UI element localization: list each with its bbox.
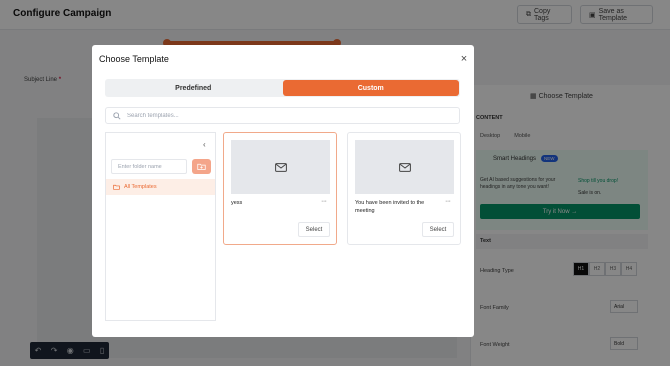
folder-item-all-templates[interactable]: All Templates xyxy=(106,179,215,195)
modal-title: Choose Template xyxy=(99,54,169,64)
template-name: You have been invited to the meeting xyxy=(355,200,425,214)
close-icon[interactable]: × xyxy=(458,53,470,65)
chevron-left-icon[interactable]: ‹ xyxy=(203,140,206,149)
search-input[interactable] xyxy=(127,112,427,119)
mail-icon xyxy=(398,162,411,172)
more-icon[interactable]: ··· xyxy=(445,198,451,205)
select-template-button[interactable]: Select xyxy=(298,222,330,237)
folder-sidebar: ‹ All Templates xyxy=(105,132,216,321)
folder-icon xyxy=(113,184,120,190)
template-thumbnail xyxy=(231,140,330,194)
more-icon[interactable]: ··· xyxy=(321,198,327,205)
template-search xyxy=(105,107,460,124)
template-name: yess xyxy=(231,200,243,206)
folder-plus-icon xyxy=(197,163,206,170)
select-template-button[interactable]: Select xyxy=(422,222,454,237)
template-type-tabs: Predefined Custom xyxy=(105,79,460,97)
choose-template-modal: Choose Template × Predefined Custom ‹ Al… xyxy=(92,45,474,337)
folder-label: All Templates xyxy=(124,184,157,190)
tab-predefined[interactable]: Predefined xyxy=(105,79,282,97)
template-card[interactable]: yess ··· Select xyxy=(223,132,337,245)
mail-icon xyxy=(274,162,287,172)
template-thumbnail xyxy=(355,140,454,194)
search-icon xyxy=(113,111,121,120)
tab-custom[interactable]: Custom xyxy=(282,80,459,96)
add-folder-button[interactable] xyxy=(192,159,211,174)
folder-name-input[interactable] xyxy=(111,159,187,174)
template-card[interactable]: You have been invited to the meeting ···… xyxy=(347,132,461,245)
